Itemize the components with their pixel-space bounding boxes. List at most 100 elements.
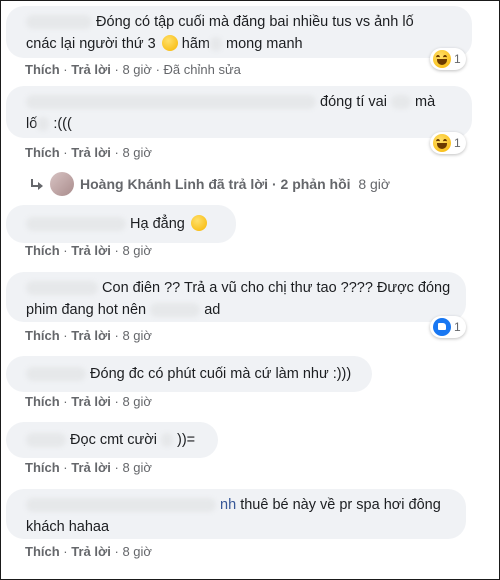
comment-text: ))= [176, 432, 196, 448]
redacted-name [26, 433, 66, 448]
comment-bubble-7: nh thuê bé này về pr spa hơi đông khách … [6, 489, 466, 539]
comment-bubble-5: Đóng đc có phút cuối mà cứ làm như :))) [6, 356, 372, 392]
comment-actions: Thích · Trả lời · 8 giờ · Đã chỉnh sửa [25, 62, 241, 77]
comment-actions: Thích · Trả lời · 8 giờ [25, 544, 152, 559]
comment-text: :((( [53, 116, 72, 132]
reply-count[interactable]: 2 phản hồi [281, 176, 351, 192]
reply-link[interactable]: Trả lời [71, 145, 111, 160]
separator: · [114, 460, 119, 475]
like-link[interactable]: Thích [25, 394, 60, 409]
separator: · [271, 176, 277, 192]
separator: · [114, 62, 119, 77]
replied-text: đã trả lời [208, 176, 269, 192]
separator: · [63, 62, 68, 77]
redacted-text [37, 117, 50, 132]
comment-text: Đóng có tập cuối mà đăng bai nhiều tus v… [96, 14, 414, 30]
comment-text: Đọc cmt cười [70, 432, 157, 448]
redacted-text [160, 433, 173, 448]
separator: · [63, 328, 68, 343]
redacted-text [390, 95, 411, 110]
timestamp[interactable]: 8 giờ [122, 62, 152, 77]
timestamp[interactable]: 8 giờ [122, 460, 152, 475]
comment-text: Đóng đc có phút cuối mà cứ làm như :))) [90, 366, 352, 382]
comment-text: lố [26, 116, 38, 132]
comment-text: đóng tí vai [320, 94, 387, 110]
separator: · [114, 243, 119, 258]
view-replies-link[interactable]: Hoàng Khánh Linh đã trả lời · 2 phản hồi… [30, 172, 390, 196]
reply-link[interactable]: Trả lời [71, 394, 111, 409]
comment-text: cnác lại người thứ 3 [26, 36, 156, 52]
comment-text: khách hahaa [26, 519, 110, 535]
timestamp[interactable]: 8 giờ [122, 394, 152, 409]
separator: · [63, 145, 68, 160]
comment-bubble-2: đóng tí vai mà lố :((( [6, 86, 472, 138]
redacted-text [209, 37, 222, 52]
comment-bubble-1: Đóng có tập cuối mà đăng bai nhiều tus v… [6, 6, 472, 58]
haha-emoji-icon [433, 50, 451, 68]
comment-bubble-6: Đọc cmt cười ))= [6, 422, 218, 458]
separator: · [63, 243, 68, 258]
like-link[interactable]: Thích [25, 145, 60, 160]
reply-link[interactable]: Trả lời [71, 460, 111, 475]
haha-emoji-icon [433, 134, 451, 152]
reply-link[interactable]: Trả lời [71, 62, 111, 77]
comment-text: Con điên ?? Trả a vũ cho chị thư tao ???… [102, 280, 451, 296]
redacted-text [150, 303, 201, 318]
reply-link[interactable]: Trả lời [71, 243, 111, 258]
separator: · [63, 394, 68, 409]
edited-label[interactable]: Đã chỉnh sửa [164, 62, 241, 77]
reaction-count: 1 [454, 136, 461, 150]
replier-name[interactable]: Hoàng Khánh Linh [80, 176, 204, 192]
comment-text: phim đang hot nên [26, 302, 147, 318]
timestamp[interactable]: 8 giờ [122, 544, 152, 559]
like-link[interactable]: Thích [25, 328, 60, 343]
reaction-badge[interactable]: 1 [430, 48, 466, 70]
relieved-emoji-icon [161, 35, 178, 51]
comment-bubble-4: Con điên ?? Trả a vũ cho chị thư tao ???… [6, 272, 466, 322]
separator: · [114, 328, 119, 343]
separator: · [114, 544, 119, 559]
redacted-name [26, 95, 316, 110]
redacted-name [26, 498, 216, 513]
like-thumb-icon [433, 318, 451, 336]
like-link[interactable]: Thích [25, 544, 60, 559]
comment-actions: Thích · Trả lời · 8 giờ [25, 394, 152, 409]
comment-text: mong manh [226, 36, 303, 52]
separator: · [114, 145, 119, 160]
reaction-count: 1 [454, 52, 461, 66]
worried-emoji-icon [190, 215, 207, 231]
reaction-badge[interactable]: 1 [430, 316, 466, 338]
reaction-badge[interactable]: 1 [430, 132, 466, 154]
comment-text: mà [415, 94, 436, 110]
comment-text: thuê bé này về pr spa hơi đông [240, 497, 441, 513]
reaction-count: 1 [454, 320, 461, 334]
redacted-name [26, 367, 86, 382]
reply-link[interactable]: Trả lời [71, 544, 111, 559]
redacted-name [26, 217, 126, 232]
like-link[interactable]: Thích [25, 460, 60, 475]
separator: · [63, 460, 68, 475]
redacted-name [26, 15, 92, 30]
timestamp[interactable]: 8 giờ [122, 243, 152, 258]
like-link[interactable]: Thích [25, 243, 60, 258]
redacted-name [26, 281, 98, 296]
avatar [50, 172, 74, 196]
separator: · [114, 394, 119, 409]
comment-actions: Thích · Trả lời · 8 giờ [25, 328, 152, 343]
reply-arrow-icon [30, 177, 44, 191]
comment-text: ad [204, 302, 221, 318]
comment-actions: Thích · Trả lời · 8 giờ [25, 145, 152, 160]
comment-text: hãm [181, 36, 210, 52]
tagged-name[interactable]: nh [220, 497, 236, 513]
separator: · [63, 544, 68, 559]
comment-actions: Thích · Trả lời · 8 giờ [25, 243, 152, 258]
comment-bubble-3: Hạ đẳng [6, 205, 236, 243]
timestamp[interactable]: 8 giờ [122, 145, 152, 160]
reply-link[interactable]: Trả lời [71, 328, 111, 343]
comment-text: Hạ đẳng [130, 216, 185, 232]
separator: · [155, 62, 160, 77]
like-link[interactable]: Thích [25, 62, 60, 77]
comment-actions: Thích · Trả lời · 8 giờ [25, 460, 152, 475]
timestamp[interactable]: 8 giờ [122, 328, 152, 343]
timestamp: 8 giờ [358, 176, 391, 192]
